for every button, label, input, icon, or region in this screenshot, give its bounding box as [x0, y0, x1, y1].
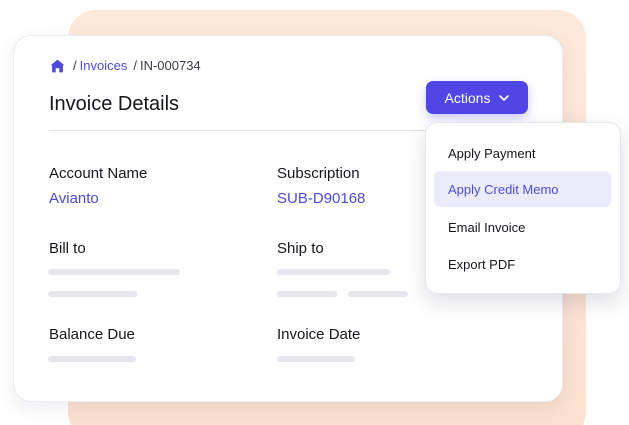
bill-to-placeholder-line: [48, 269, 180, 275]
chevron-down-icon: [499, 94, 510, 101]
ship-to-placeholder-line: [277, 291, 337, 297]
breadcrumb: / Invoices / IN-000734: [50, 58, 201, 73]
balance-due-label: Balance Due: [49, 326, 135, 343]
account-name-label: Account Name: [49, 165, 148, 182]
breadcrumb-separator: /: [73, 58, 77, 73]
breadcrumb-invoices-link[interactable]: Invoices: [80, 58, 128, 73]
menu-item-email-invoice[interactable]: Email Invoice: [434, 209, 611, 245]
invoice-date-label: Invoice Date: [277, 326, 361, 343]
ship-to-label: Ship to: [277, 240, 324, 257]
menu-item-apply-payment[interactable]: Apply Payment: [434, 135, 611, 171]
bill-to-label: Bill to: [49, 240, 86, 257]
menu-item-apply-credit-memo[interactable]: Apply Credit Memo: [434, 171, 611, 207]
ship-to-placeholder-line: [277, 269, 390, 275]
subscription-link[interactable]: SUB-D90168: [277, 190, 365, 207]
bill-to-placeholder-line: [48, 291, 137, 297]
actions-button[interactable]: Actions: [426, 81, 528, 114]
balance-due-placeholder-line: [48, 356, 136, 362]
breadcrumb-current: IN-000734: [139, 58, 201, 73]
invoice-date-placeholder-line: [277, 356, 355, 362]
ship-to-placeholder-line: [348, 291, 408, 297]
menu-item-export-pdf[interactable]: Export PDF: [434, 246, 611, 282]
header-divider: [49, 130, 429, 131]
breadcrumb-separator: /: [133, 58, 137, 73]
home-icon[interactable]: [50, 59, 65, 73]
actions-dropdown-menu: Apply Payment Apply Credit Memo Email In…: [425, 122, 621, 294]
subscription-label: Subscription: [277, 165, 360, 182]
stage: / Invoices / IN-000734 Invoice Details A…: [0, 0, 629, 425]
actions-button-label: Actions: [444, 89, 491, 106]
page-title: Invoice Details: [49, 93, 180, 115]
account-name-link[interactable]: Avianto: [49, 190, 99, 207]
